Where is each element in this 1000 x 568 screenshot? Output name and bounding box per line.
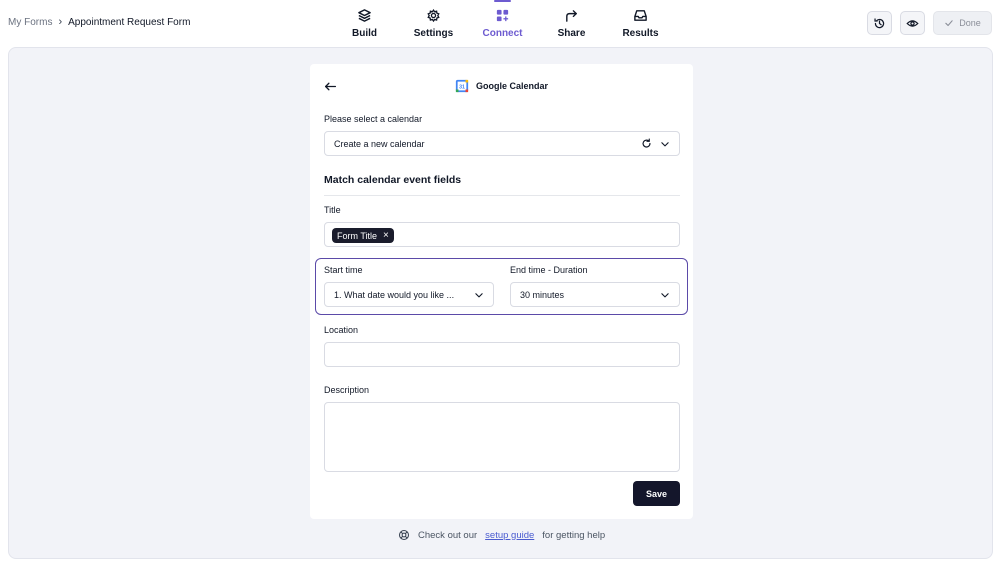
check-icon xyxy=(945,20,953,27)
chevron-down-icon xyxy=(661,292,669,297)
main-nav: Build Settings Connect Share Results xyxy=(330,0,675,46)
svg-text:31: 31 xyxy=(459,85,465,91)
save-button[interactable]: Save xyxy=(633,481,680,506)
history-button[interactable] xyxy=(867,11,892,35)
google-calendar-panel: 31 Google Calendar Please select a calen… xyxy=(310,64,693,519)
description-label: Description xyxy=(324,385,370,395)
nav-tab-results[interactable]: Results xyxy=(606,0,675,46)
builder-canvas: 31 Google Calendar Please select a calen… xyxy=(8,47,993,559)
top-bar: My Forms › Appointment Request Form Buil… xyxy=(0,0,1000,46)
title-label: Title xyxy=(324,205,341,215)
chevron-down-icon xyxy=(661,141,669,146)
location-label: Location xyxy=(324,325,359,335)
end-time-select[interactable]: 30 minutes xyxy=(510,282,680,307)
chevron-down-icon xyxy=(475,292,483,297)
calendar-label: Please select a calendar xyxy=(324,114,423,124)
nav-tab-label: Settings xyxy=(413,28,454,39)
remove-tag-icon[interactable]: × xyxy=(383,230,389,241)
section-title: Match calendar event fields xyxy=(324,174,462,186)
description-field[interactable] xyxy=(324,402,680,472)
arrow-left-icon xyxy=(324,82,337,90)
start-time-label: Start time xyxy=(324,265,363,275)
breadcrumb-current-form: Appointment Request Form xyxy=(68,16,191,28)
grid-plus-icon xyxy=(496,9,509,22)
nav-tab-label: Connect xyxy=(482,28,523,39)
breadcrumb-separator: › xyxy=(58,16,63,28)
nav-tab-connect[interactable]: Connect xyxy=(468,0,537,46)
location-field[interactable] xyxy=(324,342,680,367)
share-arrow-icon xyxy=(566,10,577,22)
lifebuoy-icon xyxy=(398,529,410,541)
top-right-actions: Done xyxy=(867,11,992,35)
gear-icon xyxy=(427,9,440,23)
panel-header: 31 Google Calendar xyxy=(310,78,693,94)
start-time-value: 1. What date would you like ... xyxy=(334,289,455,300)
section-divider xyxy=(324,195,680,196)
nav-tab-label: Results xyxy=(622,28,659,39)
nav-tab-settings[interactable]: Settings xyxy=(399,0,468,46)
done-button[interactable]: Done xyxy=(933,11,992,35)
start-time-select[interactable]: 1. What date would you like ... xyxy=(324,282,494,307)
history-icon xyxy=(874,17,885,28)
done-label: Done xyxy=(959,18,981,28)
refresh-icon[interactable] xyxy=(641,138,652,149)
form-title-tag: Form Title × xyxy=(332,228,394,243)
calendar-select-value: Create a new calendar xyxy=(334,138,425,149)
breadcrumb-my-forms[interactable]: My Forms xyxy=(8,17,52,28)
layers-icon xyxy=(358,9,371,22)
title-field[interactable]: Form Title × xyxy=(324,222,680,247)
nav-tab-label: Build xyxy=(352,28,377,39)
end-time-value: 30 minutes xyxy=(520,289,565,300)
inbox-icon xyxy=(634,10,647,21)
eye-icon xyxy=(906,19,919,27)
tag-label: Form Title xyxy=(337,230,378,241)
help-text: Check out our setup guide for getting he… xyxy=(398,529,605,541)
nav-tab-build[interactable]: Build xyxy=(330,0,399,46)
nav-tab-share[interactable]: Share xyxy=(537,0,606,46)
google-calendar-logo-icon: 31 xyxy=(455,79,469,93)
end-time-label: End time - Duration xyxy=(510,265,588,275)
breadcrumb: My Forms › Appointment Request Form xyxy=(8,16,190,28)
integration-title: 31 Google Calendar xyxy=(455,79,548,93)
preview-button[interactable] xyxy=(900,11,925,35)
back-button[interactable] xyxy=(324,78,340,94)
integration-title-text: Google Calendar xyxy=(476,81,549,91)
help-suffix: for getting help xyxy=(542,529,606,541)
calendar-select[interactable]: Create a new calendar xyxy=(324,131,680,156)
setup-guide-link[interactable]: setup guide xyxy=(485,530,534,541)
nav-tab-label: Share xyxy=(557,28,586,39)
help-prefix: Check out our xyxy=(418,529,478,541)
